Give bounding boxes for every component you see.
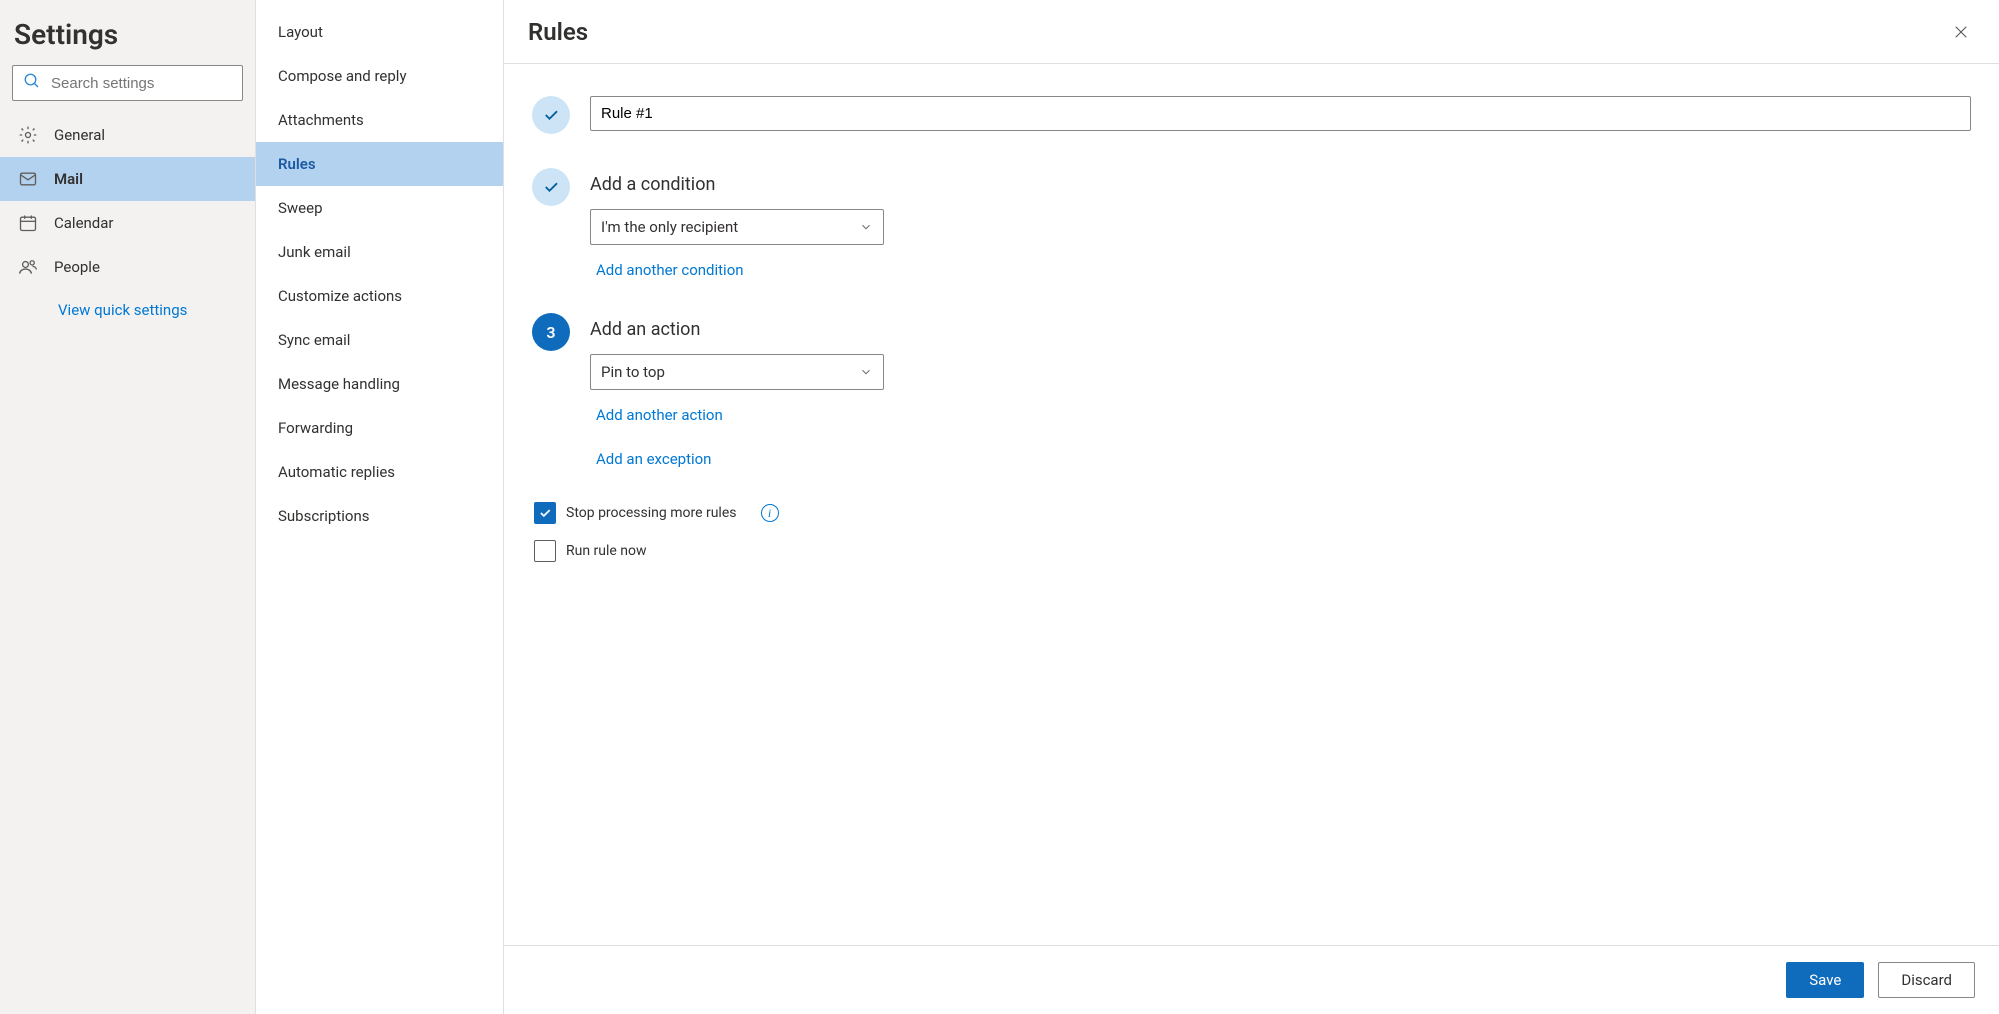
main-content: Rules Add a condition bbox=[504, 0, 1999, 1014]
checkmark-icon bbox=[542, 106, 560, 124]
sidebar-item-label: General bbox=[54, 126, 105, 144]
main-footer: Save Discard bbox=[504, 945, 1999, 1014]
search-settings-input-wrapper[interactable] bbox=[12, 65, 243, 101]
people-icon bbox=[18, 257, 38, 277]
secondary-item-forwarding[interactable]: Forwarding bbox=[256, 406, 503, 450]
main-header: Rules bbox=[504, 0, 1999, 64]
sidebar-item-general[interactable]: General bbox=[0, 113, 255, 157]
step-1-badge bbox=[532, 96, 570, 134]
condition-select-value: I'm the only recipient bbox=[601, 218, 738, 236]
secondary-item-sync[interactable]: Sync email bbox=[256, 318, 503, 362]
secondary-item-layout[interactable]: Layout bbox=[256, 10, 503, 54]
gear-icon bbox=[18, 125, 38, 145]
sidebar-item-label: Calendar bbox=[54, 214, 114, 232]
sidebar-secondary: LayoutCompose and replyAttachmentsRulesS… bbox=[256, 0, 504, 1014]
chevron-down-icon bbox=[859, 220, 873, 234]
stop-processing-checkbox[interactable] bbox=[534, 502, 556, 524]
sidebar-primary: Settings General Mail Calendar People View … bbox=[0, 0, 256, 1014]
secondary-item-junk[interactable]: Junk email bbox=[256, 230, 503, 274]
condition-select[interactable]: I'm the only recipient bbox=[590, 209, 884, 245]
run-rule-now-row: Run rule now bbox=[534, 540, 1971, 562]
save-button[interactable]: Save bbox=[1786, 962, 1864, 998]
secondary-item-rules[interactable]: Rules bbox=[256, 142, 503, 186]
secondary-item-compose[interactable]: Compose and reply bbox=[256, 54, 503, 98]
settings-heading: Settings bbox=[0, 10, 255, 65]
sidebar-item-label: Mail bbox=[54, 170, 83, 188]
add-condition-title: Add a condition bbox=[590, 174, 1971, 195]
action-select-value: Pin to top bbox=[601, 363, 665, 381]
search-settings-input[interactable] bbox=[41, 75, 232, 92]
step-add-action: 3 Add an action Pin to top Add another a… bbox=[532, 313, 1971, 468]
sidebar-item-mail[interactable]: Mail bbox=[0, 157, 255, 201]
add-another-condition-link[interactable]: Add another condition bbox=[596, 261, 1971, 279]
step-rule-name bbox=[532, 96, 1971, 134]
sidebar-item-calendar[interactable]: Calendar bbox=[0, 201, 255, 245]
view-quick-settings-link[interactable]: View quick settings bbox=[0, 289, 255, 331]
checkmark-icon bbox=[542, 178, 560, 196]
mail-icon bbox=[18, 169, 38, 189]
secondary-item-attachments[interactable]: Attachments bbox=[256, 98, 503, 142]
stop-processing-label: Stop processing more rules bbox=[566, 505, 737, 521]
secondary-item-handling[interactable]: Message handling bbox=[256, 362, 503, 406]
run-rule-now-checkbox[interactable] bbox=[534, 540, 556, 562]
checkmark-icon bbox=[538, 506, 552, 520]
secondary-item-autoreply[interactable]: Automatic replies bbox=[256, 450, 503, 494]
rule-name-input[interactable] bbox=[590, 96, 1971, 131]
info-icon[interactable]: i bbox=[761, 504, 779, 522]
stop-processing-row: Stop processing more rules i bbox=[534, 502, 1971, 524]
add-action-title: Add an action bbox=[590, 319, 1971, 340]
sidebar-item-people[interactable]: People bbox=[0, 245, 255, 289]
secondary-item-customize[interactable]: Customize actions bbox=[256, 274, 503, 318]
step-add-condition: Add a condition I'm the only recipient A… bbox=[532, 168, 1971, 279]
run-rule-now-label: Run rule now bbox=[566, 543, 647, 559]
page-title: Rules bbox=[528, 18, 588, 46]
close-button[interactable] bbox=[1947, 18, 1975, 46]
secondary-item-subscriptions[interactable]: Subscriptions bbox=[256, 494, 503, 538]
secondary-item-sweep[interactable]: Sweep bbox=[256, 186, 503, 230]
calendar-icon bbox=[18, 213, 38, 233]
search-icon bbox=[23, 72, 41, 94]
chevron-down-icon bbox=[859, 365, 873, 379]
discard-button[interactable]: Discard bbox=[1878, 962, 1975, 998]
step-3-badge: 3 bbox=[532, 313, 570, 351]
add-another-action-link[interactable]: Add another action bbox=[596, 406, 1971, 424]
add-exception-link[interactable]: Add an exception bbox=[596, 450, 1971, 468]
action-select[interactable]: Pin to top bbox=[590, 354, 884, 390]
sidebar-item-label: People bbox=[54, 258, 100, 276]
close-icon bbox=[1952, 23, 1970, 41]
step-2-badge bbox=[532, 168, 570, 206]
